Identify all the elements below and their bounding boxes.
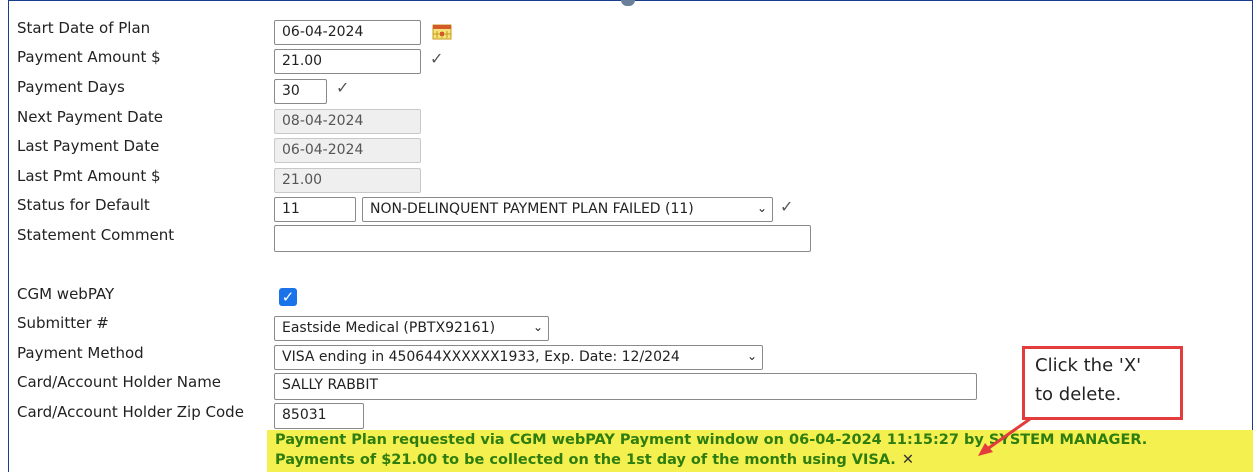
next-payment-date-field: 08-04-2024 — [274, 109, 421, 134]
status-default-value: NON-DELINQUENT PAYMENT PLAN FAILED (11) — [370, 201, 694, 217]
check-icon: ✓ — [336, 78, 350, 97]
calendar-icon[interactable] — [432, 23, 452, 40]
callout-line-2: to delete. — [1035, 384, 1122, 405]
chevron-down-icon: ⌄ — [756, 201, 767, 215]
last-pmt-amount-label: Last Pmt Amount $ — [17, 167, 161, 185]
payment-days-label: Payment Days — [17, 78, 125, 96]
payment-days-input[interactable]: 30 — [274, 79, 327, 104]
last-payment-date-field: 06-04-2024 — [274, 138, 421, 163]
holder-zip-label: Card/Account Holder Zip Code — [17, 403, 244, 421]
status-code-input[interactable]: 11 — [274, 197, 356, 222]
payment-method-label: Payment Method — [17, 344, 144, 362]
chevron-down-icon: ⌄ — [746, 349, 757, 363]
check-icon: ✓ — [430, 49, 444, 68]
submitter-select[interactable]: Eastside Medical (PBTX92161) ⌄ — [274, 316, 549, 341]
cgm-webpay-label: CGM webPAY — [17, 285, 115, 303]
next-payment-date-label: Next Payment Date — [17, 108, 164, 126]
holder-name-input[interactable]: SALLY RABBIT — [274, 373, 977, 400]
statement-comment-label: Statement Comment — [17, 226, 175, 244]
start-date-input[interactable]: 06-04-2024 — [274, 20, 421, 45]
chevron-down-icon: ⌄ — [532, 320, 543, 334]
last-pmt-amount-field: 21.00 — [274, 168, 421, 193]
status-default-select[interactable]: NON-DELINQUENT PAYMENT PLAN FAILED (11) … — [362, 197, 773, 222]
submitter-value: Eastside Medical (PBTX92161) — [282, 320, 496, 336]
start-date-label: Start Date of Plan — [17, 19, 151, 37]
annotation-callout: Click the 'X' to delete. — [1022, 346, 1183, 420]
notice-line-1: Payment Plan requested via CGM webPAY Pa… — [275, 432, 1148, 448]
notice-line-2: Payments of $21.00 to be collected on th… — [275, 452, 914, 468]
status-default-label: Status for Default — [17, 196, 150, 214]
callout-line-1: Click the 'X' — [1035, 355, 1142, 376]
payment-plan-notice: Payment Plan requested via CGM webPAY Pa… — [267, 430, 1253, 472]
delete-x-icon[interactable]: ✕ — [902, 452, 914, 468]
payment-method-value: VISA ending in 450644XXXXXX1933, Exp. Da… — [282, 349, 680, 365]
payment-amount-label: Payment Amount $ — [17, 48, 161, 66]
notice-line-2-text: Payments of $21.00 to be collected on th… — [275, 452, 896, 468]
payment-amount-input[interactable]: 21.00 — [274, 49, 421, 74]
check-icon: ✓ — [780, 197, 794, 216]
submitter-label: Submitter # — [17, 314, 109, 332]
cgm-webpay-checkbox[interactable]: ✓ — [279, 288, 297, 306]
holder-name-label: Card/Account Holder Name — [17, 373, 222, 391]
last-payment-date-label: Last Payment Date — [17, 137, 160, 155]
statement-comment-input[interactable] — [274, 225, 811, 252]
holder-zip-input[interactable]: 85031 — [274, 403, 364, 429]
payment-method-select[interactable]: VISA ending in 450644XXXXXX1933, Exp. Da… — [274, 345, 763, 370]
